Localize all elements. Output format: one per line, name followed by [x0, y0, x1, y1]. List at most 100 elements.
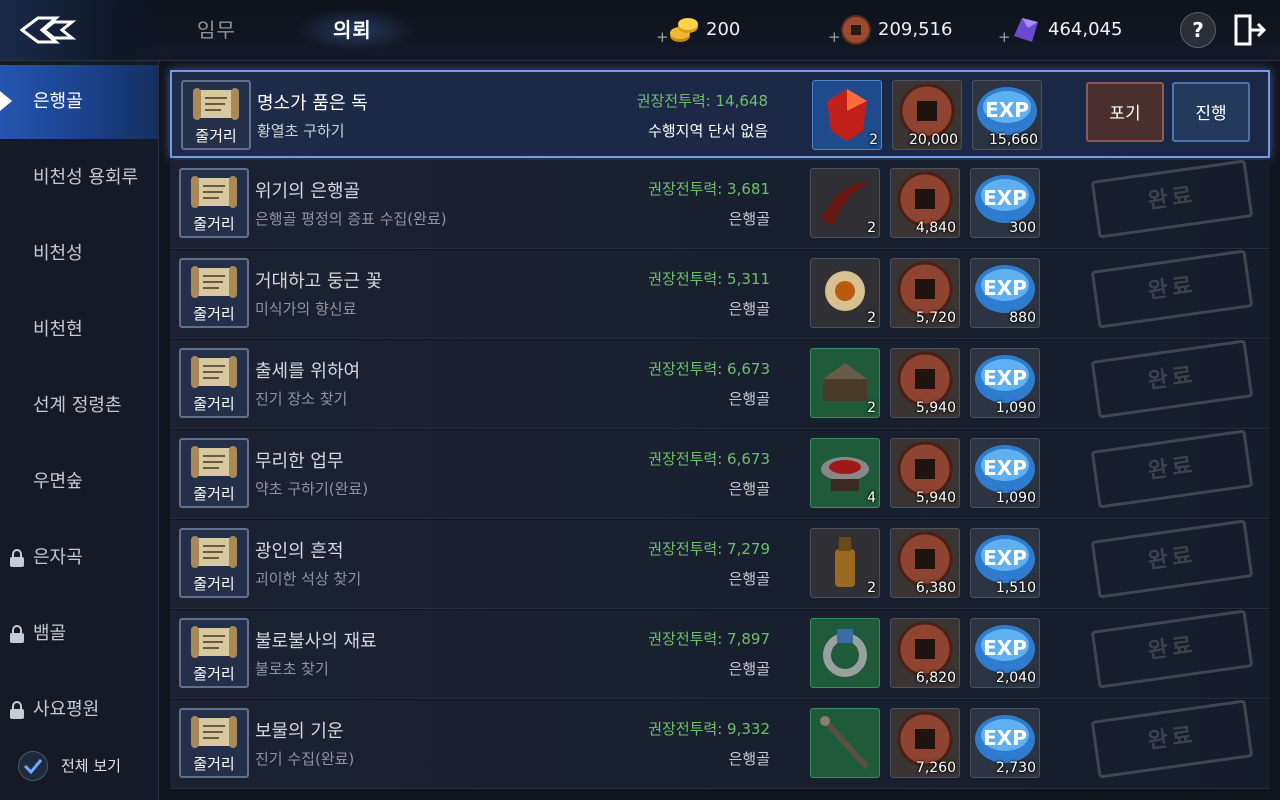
purple-crystal-icon [1014, 18, 1038, 42]
recommended-power: 권장전투력: 3,681 [648, 180, 770, 198]
top-bar: 임무 의뢰 + 200 + 209,516 + 464,045 ? [0, 0, 1280, 61]
reward-exp-slot[interactable]: EXP 1,090 [970, 438, 1040, 508]
give-up-button[interactable]: 포기 [1086, 82, 1164, 142]
reward-exp-amount: 15,660 [989, 132, 1038, 148]
sidebar-item-bicheonseong[interactable]: 비천성 [0, 217, 158, 291]
quest-row[interactable]: 줄거리 광인의 흔적 괴이한 석상 찾기 권장전투력: 7,279 은행골 2 6,380 E… [170, 519, 1270, 609]
reward-exp-slot[interactable]: EXP 300 [970, 168, 1040, 238]
reward-coin-amount: 5,940 [915, 490, 956, 506]
quest-description: 약초 구하기(완료) [255, 480, 369, 498]
recommended-power: 권장전투력: 6,673 [648, 450, 770, 468]
proceed-button[interactable]: 진행 [1172, 82, 1250, 142]
reward-item-slot[interactable] [810, 618, 880, 688]
quest-description: 미식가의 향신료 [255, 300, 357, 318]
reward-coin-amount: 6,820 [915, 670, 956, 686]
quest-type-badge: 줄거리 [179, 438, 249, 508]
scroll-icon [191, 716, 237, 748]
reward-coin-slot[interactable]: 5,940 [890, 438, 960, 508]
gold-coins-icon [670, 18, 698, 42]
quest-row[interactable]: 줄거리 명소가 품은 독 황열초 구하기 권장전투력: 14,648 수행지역 단서 없… [170, 70, 1270, 158]
completed-stamp: 완료 [1090, 339, 1254, 419]
reward-item-count: 2 [867, 400, 876, 416]
back-button[interactable] [0, 0, 160, 60]
sidebar-item-seongye-jeongryeongchon[interactable]: 선계 정령촌 [0, 369, 158, 443]
completed-stamp: 완료 [1090, 519, 1254, 599]
reward-item-slot[interactable]: 2 [810, 258, 880, 328]
help-button[interactable]: ? [1180, 12, 1216, 48]
exp-text: EXP [983, 456, 1027, 480]
recommended-power: 권장전투력: 5,311 [648, 270, 770, 288]
exp-text: EXP [983, 726, 1027, 750]
quest-region: 은행골 [728, 210, 770, 228]
reward-exp-slot[interactable]: EXP 2,730 [970, 708, 1040, 778]
scroll-icon [191, 536, 237, 568]
exp-text: EXP [985, 98, 1029, 122]
quest-description: 황열초 구하기 [257, 122, 345, 140]
exp-text: EXP [983, 636, 1027, 660]
reward-item-slot[interactable] [810, 708, 880, 778]
tab-request[interactable]: 의뢰 [333, 14, 372, 43]
quest-row[interactable]: 줄거리 불로불사의 재료 불로초 찾기 권장전투력: 7,897 은행골 6,820 EXP… [170, 609, 1270, 699]
reward-coin-slot[interactable]: 5,720 [890, 258, 960, 328]
scroll-icon [191, 446, 237, 478]
reward-exp-amount: 300 [1009, 220, 1036, 236]
reward-item-count: 2 [869, 132, 878, 148]
reward-exp-slot[interactable]: EXP 1,090 [970, 348, 1040, 418]
quest-row[interactable]: 줄거리 무리한 업무 약초 구하기(완료) 권장전투력: 6,673 은행골 4 5,940… [170, 429, 1270, 519]
reward-coin-slot[interactable]: 6,820 [890, 618, 960, 688]
reward-coin-amount: 20,000 [909, 132, 958, 148]
reward-item-count: 2 [867, 220, 876, 236]
reward-coin-amount: 7,260 [915, 760, 956, 776]
exit-door-icon[interactable] [1232, 12, 1268, 48]
reward-coin-slot[interactable]: 5,940 [890, 348, 960, 418]
sidebar-item-bicheonseong-yonghoeru[interactable]: 비천성 용회루 [0, 141, 158, 215]
checkmark-icon [23, 759, 43, 775]
sidebar-item-label: 비천현 [33, 319, 83, 340]
sidebar-item-eunhaenggol[interactable]: 은행골 [0, 65, 158, 139]
show-all-toggle[interactable]: 전체 보기 [18, 751, 158, 781]
quest-type-label: 줄거리 [193, 755, 235, 773]
quest-name: 불로불사의 재료 [255, 631, 377, 652]
reward-item-slot[interactable]: 4 [810, 438, 880, 508]
reward-item-slot[interactable]: 2 [810, 348, 880, 418]
reward-exp-slot[interactable]: EXP 2,040 [970, 618, 1040, 688]
tab-mission[interactable]: 임무 [197, 14, 236, 43]
sidebar-item-sayopyeongwon[interactable]: 사요평원 [0, 673, 158, 747]
scroll-icon [193, 88, 239, 120]
reward-exp-slot[interactable]: EXP 880 [970, 258, 1040, 328]
sidebar-item-eunjagok[interactable]: 은자곡 [0, 521, 158, 595]
quest-row[interactable]: 줄거리 거대하고 둥근 꽃 미식가의 향신료 권장전투력: 5,311 은행골 2 5,72… [170, 249, 1270, 339]
plus-icon: + [998, 28, 1011, 46]
completed-stamp: 완료 [1090, 159, 1254, 239]
reward-item-slot[interactable]: 2 [810, 168, 880, 238]
exp-text: EXP [983, 546, 1027, 570]
show-all-checkbox[interactable] [18, 751, 48, 781]
reward-exp-slot[interactable]: EXP 15,660 [972, 80, 1042, 150]
reward-coin-slot[interactable]: 7,260 [890, 708, 960, 778]
reward-exp-slot[interactable]: EXP 1,510 [970, 528, 1040, 598]
quest-region: 은행골 [728, 390, 770, 408]
recommended-power: 권장전투력: 7,897 [648, 630, 770, 648]
reward-item-slot[interactable]: 2 [812, 80, 882, 150]
sidebar-item-label: 선계 정령촌 [33, 395, 122, 416]
reward-coin-slot[interactable]: 6,380 [890, 528, 960, 598]
sidebar-item-label: 은자곡 [33, 547, 83, 568]
completed-stamp: 완료 [1090, 699, 1254, 779]
reward-coin-slot[interactable]: 20,000 [892, 80, 962, 150]
reward-item-slot[interactable]: 2 [810, 528, 880, 598]
quest-name: 보물의 기운 [255, 721, 344, 742]
reward-coin-slot[interactable]: 4,840 [890, 168, 960, 238]
quest-row[interactable]: 줄거리 위기의 은행골 은행골 평정의 증표 수집(완료) 권장전투력: 3,681 은… [170, 159, 1270, 249]
lock-icon [10, 701, 24, 719]
quest-row[interactable]: 줄거리 보물의 기운 진기 수집(완료) 권장전투력: 9,332 은행골 7,260 EX… [170, 699, 1270, 789]
quest-type-label: 줄거리 [193, 485, 235, 503]
sidebar-item-label: 비천성 [33, 243, 83, 264]
scroll-icon [191, 356, 237, 388]
sidebar-item-bicheonhyeon[interactable]: 비천현 [0, 293, 158, 367]
reward-item-count: 4 [867, 490, 876, 506]
sidebar-item-umyeonsup[interactable]: 우면숲 [0, 445, 158, 519]
sidebar-item-baemgol[interactable]: 뱀골 [0, 597, 158, 671]
quest-row[interactable]: 줄거리 출세를 위하여 진기 장소 찾기 권장전투력: 6,673 은행골 2 5,940 E… [170, 339, 1270, 429]
lock-icon [10, 549, 24, 567]
plus-icon: + [656, 28, 669, 46]
